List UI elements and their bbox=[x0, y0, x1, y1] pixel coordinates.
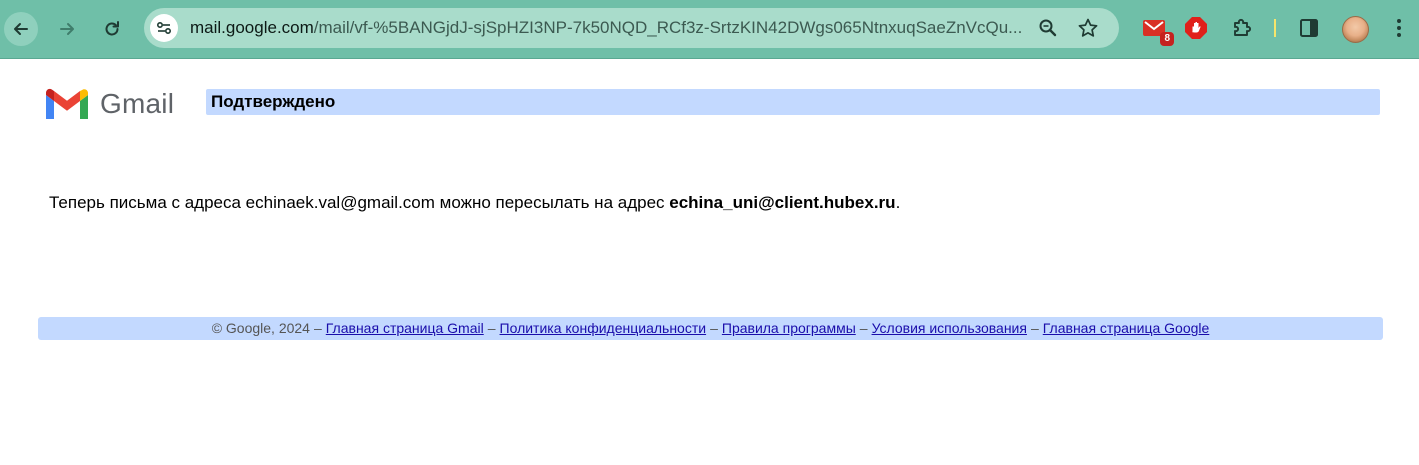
tune-icon bbox=[156, 21, 172, 35]
forward-button[interactable] bbox=[50, 12, 84, 46]
gmail-m-icon bbox=[46, 88, 88, 119]
arrow-right-icon bbox=[60, 23, 74, 35]
gmail-home-link[interactable]: Главная страница Gmail bbox=[326, 320, 484, 336]
footer: © Google, 2024– Главная страница Gmail – По… bbox=[38, 317, 1383, 340]
side-panel-icon bbox=[1300, 19, 1318, 37]
bookmark-button[interactable] bbox=[1076, 16, 1100, 40]
confirmation-message: Теперь письма с адреса echinaek.val@gmai… bbox=[49, 193, 900, 213]
title-bar: Подтверждено bbox=[206, 89, 1380, 115]
footer-separator: – bbox=[710, 320, 718, 336]
arrow-left-icon bbox=[14, 23, 28, 35]
browser-toolbar: mail.google.com/mail/vf-%5BANGjdJ-sjSpHZ… bbox=[0, 0, 1419, 59]
privacy-policy-link[interactable]: Политика конфиденциальности bbox=[500, 320, 707, 336]
google-home-link[interactable]: Главная страница Google bbox=[1043, 320, 1210, 336]
more-vertical-icon bbox=[1397, 19, 1401, 37]
site-info-button[interactable] bbox=[150, 14, 178, 42]
reload-button[interactable] bbox=[95, 12, 129, 46]
zoom-button[interactable] bbox=[1036, 16, 1060, 40]
side-panel-button[interactable] bbox=[1295, 14, 1323, 42]
gmail-logo: Gmail bbox=[44, 86, 174, 122]
message-end: . bbox=[895, 193, 901, 212]
extensions-button[interactable] bbox=[1228, 14, 1256, 42]
address-bar[interactable]: mail.google.com/mail/vf-%5BANGjdJ-sjSpHZ… bbox=[144, 8, 1119, 48]
browser-menu-button[interactable] bbox=[1385, 14, 1413, 42]
zoom-icon bbox=[1039, 19, 1057, 37]
footer-separator: – bbox=[313, 320, 322, 336]
profile-avatar[interactable] bbox=[1342, 16, 1369, 43]
footer-separator: – bbox=[1030, 320, 1039, 336]
footer-separator: – bbox=[487, 320, 496, 336]
forwarding-address: echina_uni@client.hubex.ru bbox=[669, 193, 896, 212]
terms-of-use-link[interactable]: Условия использования bbox=[872, 320, 1027, 336]
program-policies-link[interactable]: Правила программы bbox=[722, 320, 856, 336]
copyright-text: © Google, 2024 bbox=[211, 320, 310, 336]
page-title: Подтверждено bbox=[211, 92, 336, 111]
url-host: mail.google.com bbox=[190, 18, 314, 37]
reload-icon bbox=[105, 21, 119, 36]
star-icon bbox=[1078, 18, 1098, 37]
gmail-extension-button[interactable]: 8 bbox=[1140, 14, 1174, 46]
adblock-extension-button[interactable] bbox=[1182, 14, 1210, 42]
back-button[interactable] bbox=[4, 12, 38, 46]
puzzle-icon bbox=[1234, 18, 1252, 36]
url-text[interactable]: mail.google.com/mail/vf-%5BANGjdJ-sjSpHZ… bbox=[190, 18, 1034, 38]
adblock-hand-icon bbox=[1185, 17, 1207, 39]
toolbar-separator bbox=[1274, 19, 1276, 37]
gmail-unread-badge: 8 bbox=[1160, 32, 1174, 46]
url-path: /mail/vf-%5BANGjdJ-sjSpHZI3NP-7k50NQD_RC… bbox=[313, 18, 1023, 37]
message-text: Теперь письма с адреса echinaek.val@gmai… bbox=[49, 193, 670, 212]
gmail-logo-text: Gmail bbox=[100, 88, 175, 119]
footer-separator: – bbox=[859, 320, 868, 336]
